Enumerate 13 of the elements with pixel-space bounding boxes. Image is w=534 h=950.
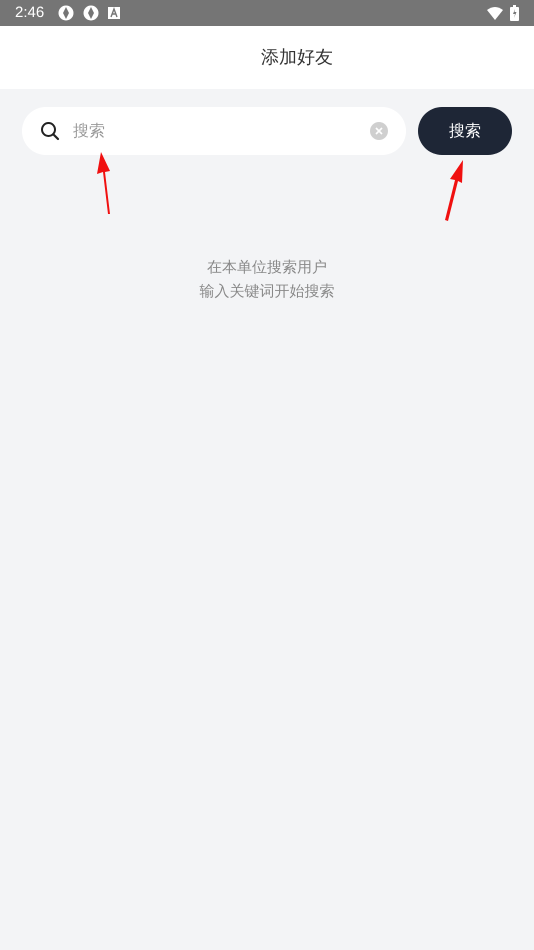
hint-text: 输入关键词开始搜索 [200, 281, 334, 302]
hint-text: 在本单位搜索用户 [207, 257, 327, 278]
battery-icon [510, 5, 519, 21]
page-title: 添加好友 [261, 46, 333, 70]
clear-icon[interactable] [370, 122, 388, 140]
search-bar[interactable]: 搜索 [22, 107, 406, 155]
search-button[interactable]: 搜索 [418, 107, 512, 155]
search-field[interactable]: 搜索 [73, 119, 370, 143]
keyboard-letter-icon [108, 7, 120, 19]
wifi-icon [487, 6, 503, 20]
annotation-arrow [442, 158, 466, 222]
status-time: 2:46 [15, 2, 44, 23]
search-icon [40, 121, 60, 141]
